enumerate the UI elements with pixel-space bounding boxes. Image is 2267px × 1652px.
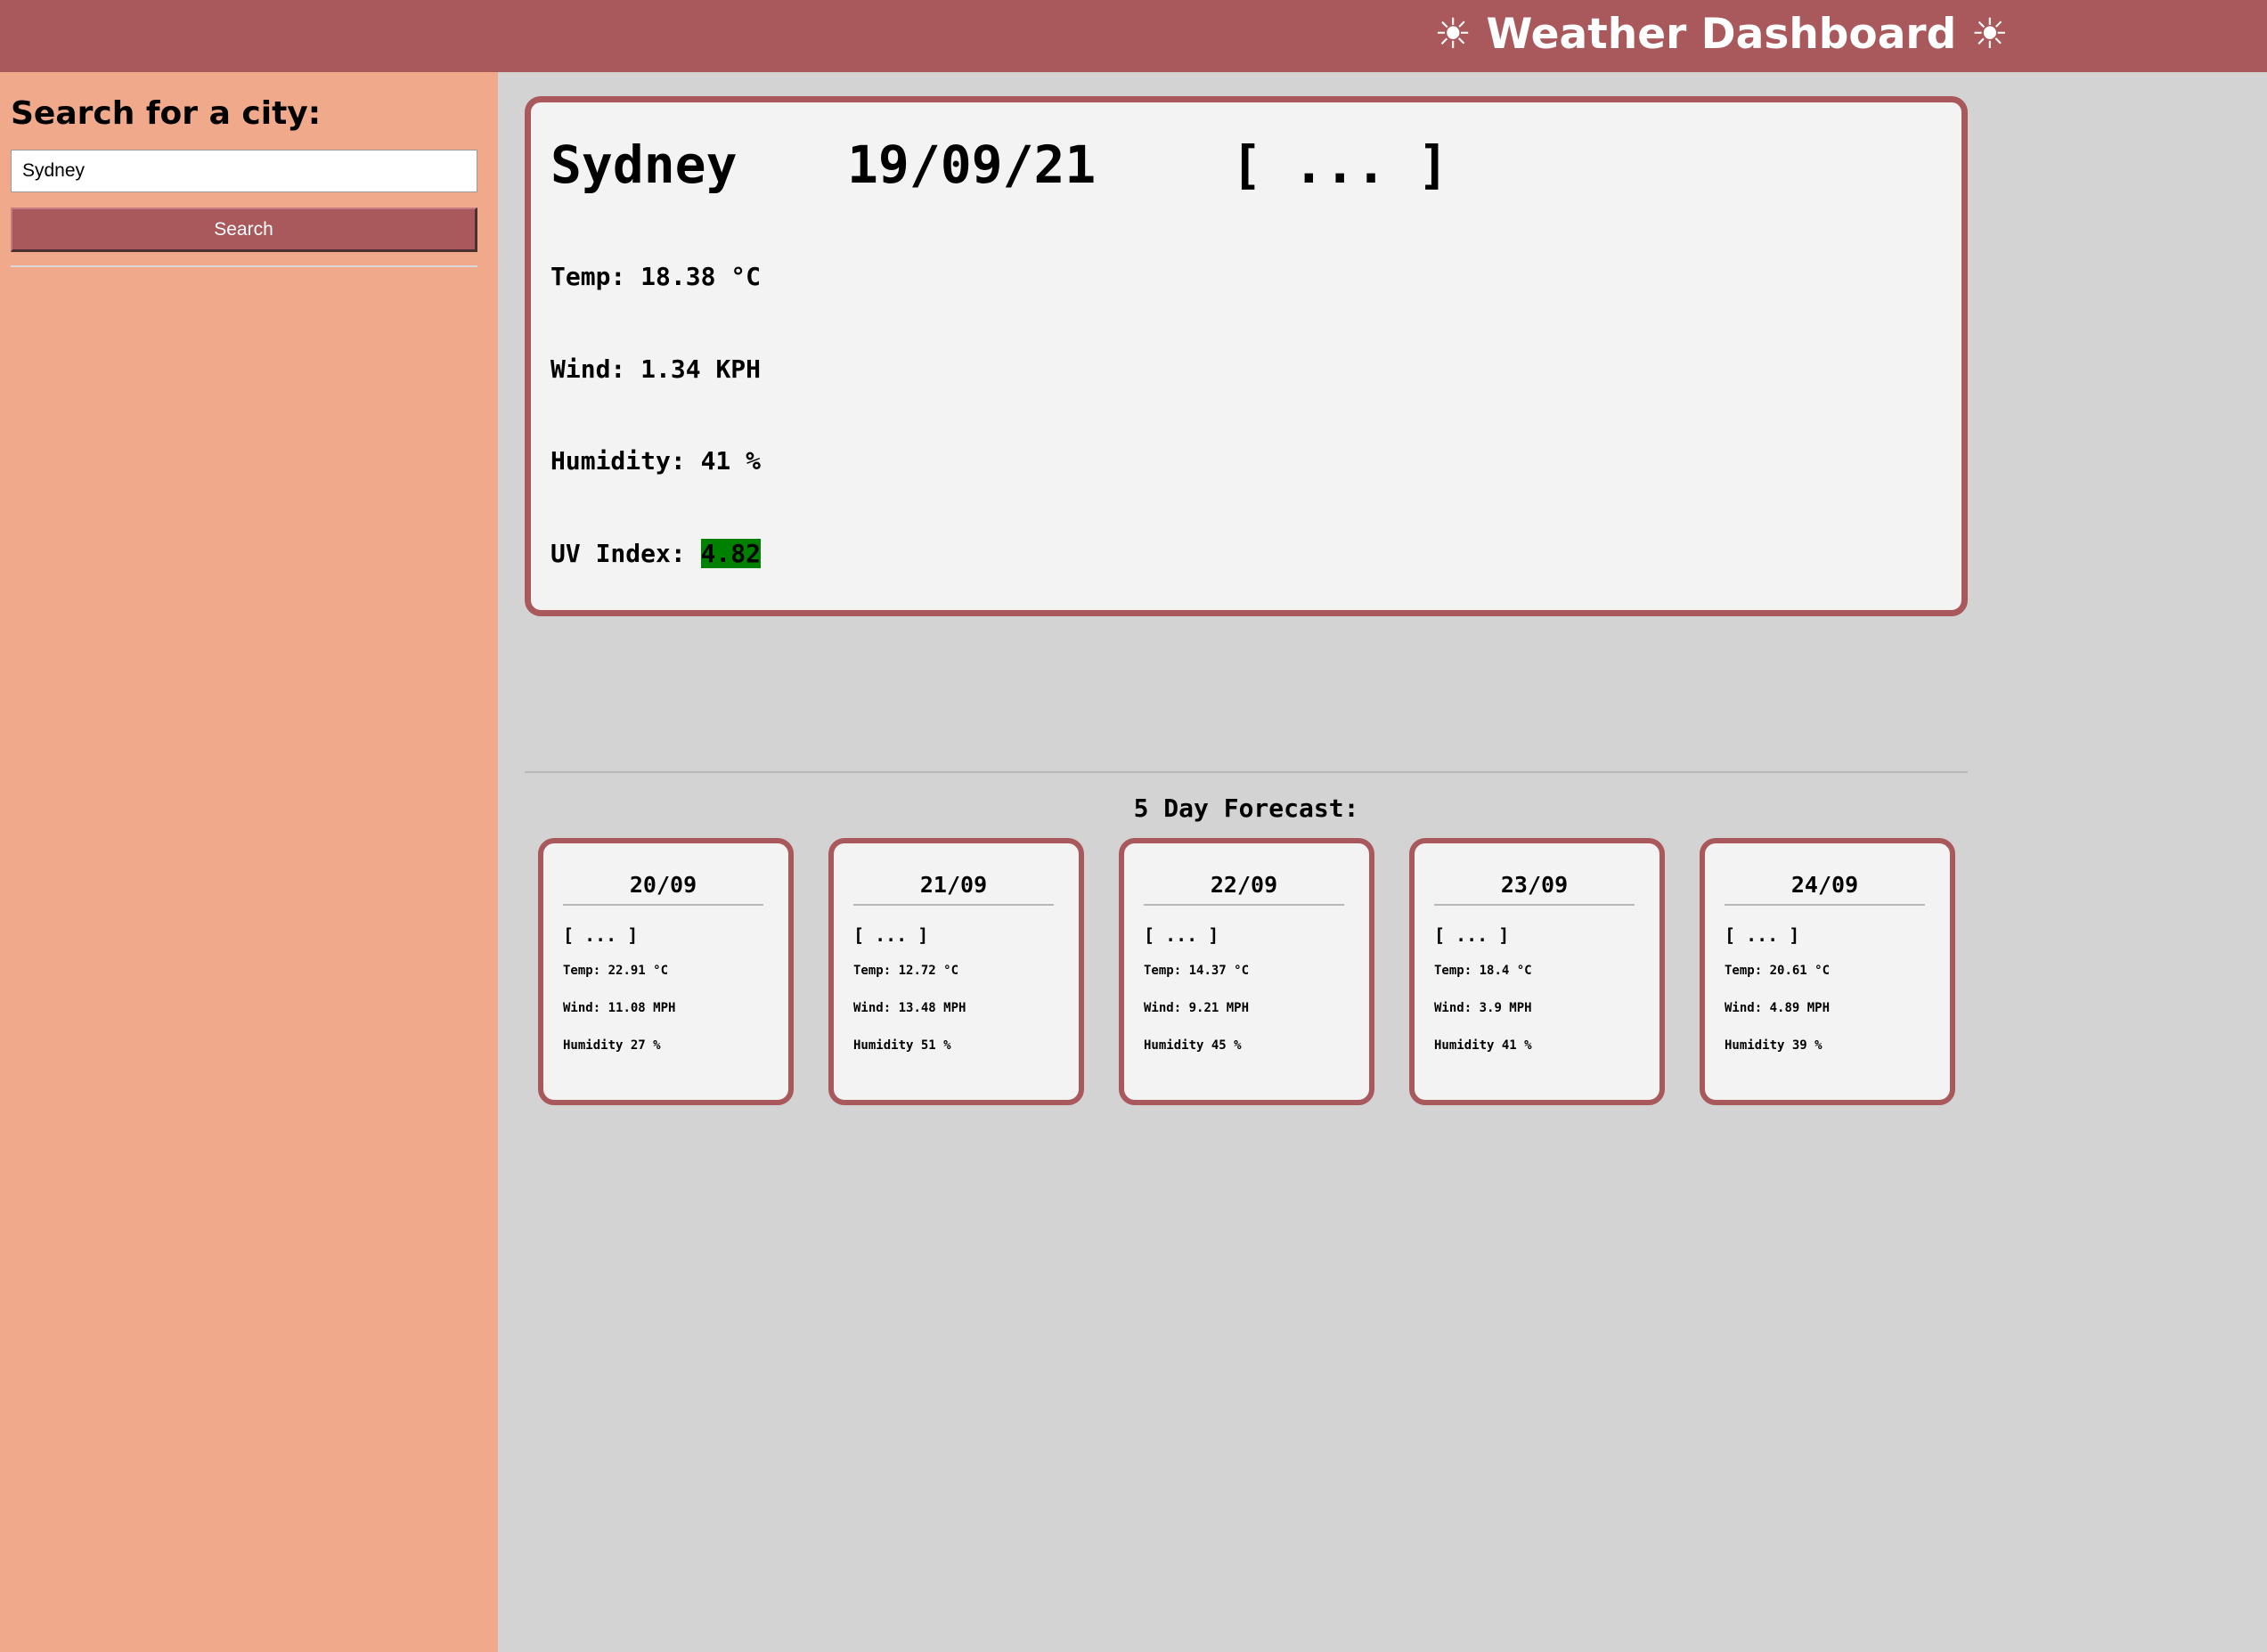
forecast-humidity: Humidity 41 % bbox=[1434, 1037, 1532, 1054]
wind-value: 9.21 MPH bbox=[1188, 1001, 1250, 1015]
forecast-heading: 5 Day Forecast: bbox=[1133, 793, 1359, 823]
forecast-date: 24/09 bbox=[1790, 872, 1859, 898]
temp-value: 14.37 °C bbox=[1188, 964, 1250, 978]
weather-icon: [ ... ] bbox=[1144, 924, 1219, 946]
wind-label: Wind: bbox=[1434, 1001, 1472, 1015]
wind-value: 4.89 MPH bbox=[1769, 1001, 1831, 1015]
forecast-temp: Temp: 18.4 °C bbox=[1434, 962, 1532, 980]
forecast-humidity: Humidity 51 % bbox=[853, 1037, 951, 1054]
forecast-card: 23/09 [ ... ] Temp: 18.4 °C Wind: 3.9 MP… bbox=[1409, 838, 1665, 1105]
wind-label: Wind: bbox=[853, 1001, 892, 1015]
wind-value: 3.9 MPH bbox=[1479, 1001, 1532, 1015]
forecast-temp: Temp: 12.72 °C bbox=[853, 962, 958, 980]
forecast-date: 22/09 bbox=[1210, 872, 1278, 898]
forecast-temp: Temp: 14.37 °C bbox=[1144, 962, 1249, 980]
search-sidebar: Search for a city: Search bbox=[0, 72, 498, 1652]
weather-icon: [ ... ] bbox=[1434, 924, 1510, 946]
temp-label: Temp: bbox=[550, 262, 626, 291]
wind-label: Wind: bbox=[1144, 1001, 1182, 1015]
forecast-wind: Wind: 4.89 MPH bbox=[1725, 999, 1830, 1017]
sidebar-divider bbox=[11, 265, 477, 267]
search-heading: Search for a city: bbox=[11, 95, 322, 132]
temp-label: Temp: bbox=[563, 964, 601, 978]
humidity-value: 39 % bbox=[1791, 1038, 1823, 1053]
temp-value: 20.61 °C bbox=[1769, 964, 1831, 978]
temp-label: Temp: bbox=[1144, 964, 1182, 978]
forecast-humidity: Humidity 27 % bbox=[563, 1037, 661, 1054]
wind-value: 13.48 MPH bbox=[898, 1001, 966, 1015]
forecast-wind: Wind: 11.08 MPH bbox=[563, 999, 675, 1017]
current-uv-index: UV Index: 4.82 bbox=[550, 536, 762, 572]
humidity-label: Humidity bbox=[1725, 1038, 1785, 1053]
forecast-card: 21/09 [ ... ] Temp: 12.72 °C Wind: 13.48… bbox=[828, 838, 1084, 1105]
forecast-divider bbox=[525, 771, 1968, 773]
forecast-card-divider bbox=[1144, 904, 1344, 906]
temp-label: Temp: bbox=[1725, 964, 1763, 978]
forecast-humidity: Humidity 39 % bbox=[1725, 1037, 1823, 1054]
weather-icon: [ ... ] bbox=[1231, 134, 1449, 195]
forecast-wind: Wind: 13.48 MPH bbox=[853, 999, 966, 1017]
current-temp: Temp: 18.38 °C bbox=[550, 259, 761, 295]
temp-label: Temp: bbox=[1434, 964, 1472, 978]
uv-badge: 4.82 bbox=[700, 539, 762, 568]
wind-label: Wind: bbox=[550, 354, 626, 384]
current-humidity: Humidity: 41 % bbox=[550, 444, 761, 479]
current-weather-card: Sydney 19/09/21 [ ... ] Temp: 18.38 °C W… bbox=[525, 96, 1968, 616]
humidity-label: Humidity bbox=[563, 1038, 624, 1053]
wind-value: 1.34 KPH bbox=[640, 354, 762, 384]
forecast-card: 22/09 [ ... ] Temp: 14.37 °C Wind: 9.21 … bbox=[1119, 838, 1374, 1105]
weather-icon: [ ... ] bbox=[853, 924, 929, 946]
search-button[interactable]: Search bbox=[11, 208, 477, 252]
wind-label: Wind: bbox=[563, 1001, 601, 1015]
app-title: ☀ Weather Dashboard ☀ bbox=[1434, 5, 2009, 64]
temp-label: Temp: bbox=[853, 964, 892, 978]
uv-label: UV Index: bbox=[550, 539, 686, 568]
humidity-label: Humidity: bbox=[550, 446, 686, 476]
humidity-value: 51 % bbox=[920, 1038, 951, 1053]
forecast-date: 20/09 bbox=[629, 872, 697, 898]
temp-value: 12.72 °C bbox=[898, 964, 959, 978]
wind-label: Wind: bbox=[1725, 1001, 1763, 1015]
sun-icon: ☀ bbox=[1970, 10, 2009, 59]
forecast-card-divider bbox=[1434, 904, 1635, 906]
weather-icon: [ ... ] bbox=[563, 924, 639, 946]
humidity-value: 27 % bbox=[630, 1038, 661, 1053]
app-title-text: Weather Dashboard bbox=[1486, 10, 1957, 59]
current-city: Sydney bbox=[550, 134, 738, 195]
forecast-card-divider bbox=[1725, 904, 1925, 906]
weather-icon: [ ... ] bbox=[1725, 924, 1800, 946]
humidity-label: Humidity bbox=[853, 1038, 914, 1053]
humidity-label: Humidity bbox=[1434, 1038, 1495, 1053]
forecast-temp: Temp: 22.91 °C bbox=[563, 962, 668, 980]
forecast-date: 23/09 bbox=[1500, 872, 1569, 898]
city-search-input[interactable] bbox=[11, 150, 477, 192]
current-wind: Wind: 1.34 KPH bbox=[550, 352, 761, 387]
wind-value: 11.08 MPH bbox=[608, 1001, 676, 1015]
forecast-card-divider bbox=[563, 904, 763, 906]
app-header: ☀ Weather Dashboard ☀ bbox=[0, 0, 2267, 72]
humidity-value: 41 % bbox=[1501, 1038, 1532, 1053]
forecast-card-divider bbox=[853, 904, 1054, 906]
forecast-wind: Wind: 3.9 MPH bbox=[1434, 999, 1532, 1017]
temp-value: 22.91 °C bbox=[608, 964, 669, 978]
humidity-value: 41 % bbox=[700, 446, 762, 476]
forecast-card: 20/09 [ ... ] Temp: 22.91 °C Wind: 11.08… bbox=[538, 838, 794, 1105]
humidity-value: 45 % bbox=[1211, 1038, 1242, 1053]
forecast-temp: Temp: 20.61 °C bbox=[1725, 962, 1830, 980]
forecast-card: 24/09 [ ... ] Temp: 20.61 °C Wind: 4.89 … bbox=[1700, 838, 1955, 1105]
forecast-date: 21/09 bbox=[919, 872, 988, 898]
forecast-wind: Wind: 9.21 MPH bbox=[1144, 999, 1249, 1017]
humidity-label: Humidity bbox=[1144, 1038, 1204, 1053]
temp-value: 18.38 °C bbox=[640, 262, 762, 291]
temp-value: 18.4 °C bbox=[1479, 964, 1532, 978]
forecast-humidity: Humidity 45 % bbox=[1144, 1037, 1242, 1054]
sun-icon: ☀ bbox=[1434, 10, 1472, 59]
current-date: 19/09/21 bbox=[847, 134, 1097, 195]
